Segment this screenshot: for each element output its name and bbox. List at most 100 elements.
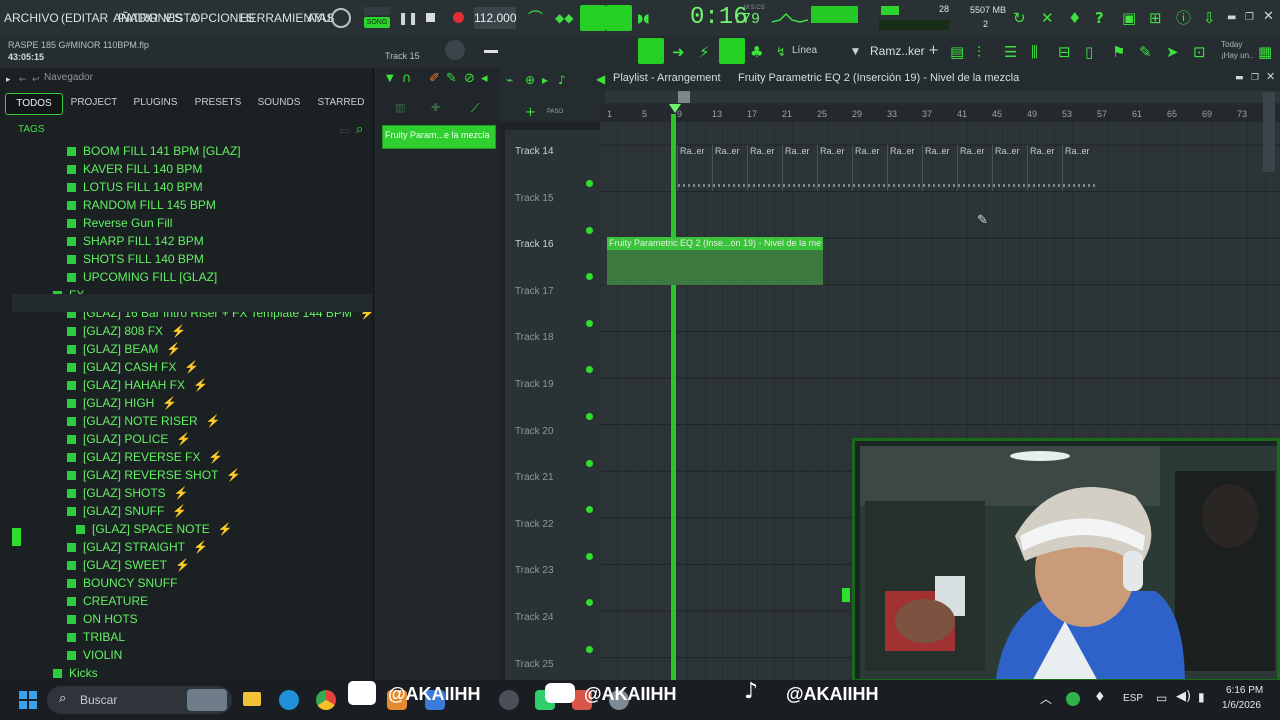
browser-file-item[interactable]: [GLAZ] SNUFF ⚡: [67, 502, 187, 520]
track-name[interactable]: Track 19: [515, 379, 554, 390]
browser-file-item[interactable]: UPCOMING FILL [GLAZ]: [67, 268, 217, 286]
track-name[interactable]: Track 16: [515, 239, 554, 250]
playlist-arrow-icon[interactable]: ◀: [596, 71, 605, 87]
track-enable-led[interactable]: [586, 552, 593, 560]
send-icon[interactable]: ➤: [1166, 44, 1179, 60]
pattern-clip[interactable]: Ra..er: [1062, 145, 1097, 191]
obs-icon[interactable]: [499, 690, 519, 710]
browser-file-item[interactable]: [GLAZ] SHOTS ⚡: [67, 484, 189, 502]
track-name[interactable]: Track 22: [515, 519, 554, 530]
news-headline[interactable]: ¡Hay un..: [1221, 51, 1253, 60]
browser-file-item[interactable]: SHOTS FILL 140 BPM: [67, 250, 204, 268]
pattern-clip[interactable]: Ra..er: [747, 145, 782, 191]
line-mode-icon[interactable]: ↯: [776, 44, 786, 60]
track-enable-led[interactable]: [586, 459, 593, 467]
playhead-marker[interactable]: [669, 104, 681, 114]
clock-time[interactable]: 6:16 PM: [1226, 685, 1263, 696]
pattern-clip[interactable]: Ra..er: [852, 145, 887, 191]
wait-input-icon[interactable]: ◆◆: [555, 10, 573, 26]
playlist-minimize-icon[interactable]: ▬: [1235, 71, 1244, 85]
track-16-automation-clip[interactable]: Fruity Parametric EQ 2 (Inse...ón 19) - …: [607, 237, 823, 285]
browser-file-item[interactable]: KAVER FILL 140 BPM: [67, 160, 202, 178]
browser-file-item[interactable]: BOOM FILL 141 BPM [GLAZ]: [67, 142, 241, 160]
track-enable-led[interactable]: [586, 180, 593, 187]
file-icon[interactable]: ▯: [1085, 44, 1093, 60]
blend-notes-icon[interactable]: ◗◖: [637, 10, 650, 26]
browser-file-item[interactable]: VIOLIN: [67, 646, 122, 664]
channel-rack-icon[interactable]: ⫶: [977, 44, 981, 60]
track-enable-led[interactable]: [586, 273, 593, 281]
browser-file-item[interactable]: [GLAZ] BEAM ⚡: [67, 340, 181, 358]
browser-file-item[interactable]: Reverse Gun Fill: [67, 214, 172, 232]
tab-starred[interactable]: STARRED: [313, 93, 369, 113]
info-icon[interactable]: ⓘ: [1176, 10, 1191, 26]
browser-file-item[interactable]: ON HOTS: [67, 610, 138, 628]
master-volume-knob[interactable]: [331, 8, 351, 28]
tuning-icon[interactable]: ✎: [1139, 44, 1152, 60]
add-icon[interactable]: ⊞: [1149, 10, 1162, 26]
news-icon[interactable]: ▦: [1258, 44, 1272, 60]
slip-icon[interactable]: ◂: [481, 71, 488, 87]
pattern-clip[interactable]: Ra..er: [782, 145, 817, 191]
browser-file-item[interactable]: LOTUS FILL 140 BPM: [67, 178, 203, 196]
picker-add-icon[interactable]: ✚: [431, 100, 440, 116]
close-icon[interactable]: ✕: [1263, 10, 1274, 24]
file-explorer-icon[interactable]: [243, 692, 261, 706]
pattern-clip[interactable]: Ra..er: [1027, 145, 1062, 191]
playback-icon[interactable]: ▸: [542, 72, 548, 88]
clock-date[interactable]: 1/6/2026: [1222, 700, 1261, 711]
browser-file-item[interactable]: [GLAZ] POLICE ⚡: [67, 430, 191, 448]
playlist-breadcrumb[interactable]: Fruity Parametric EQ 2 (Inserción 19) - …: [738, 72, 1019, 84]
browser-file-item[interactable]: [GLAZ] STRAIGHT ⚡: [67, 538, 208, 556]
pattern-clip[interactable]: Ra..er: [817, 145, 852, 191]
refresh-icon[interactable]: ↻: [1013, 10, 1026, 26]
tray-chevron-icon[interactable]: ︿: [1040, 692, 1052, 706]
chevron-down-icon[interactable]: ▼: [852, 45, 859, 59]
pitch-knob[interactable]: [445, 40, 465, 60]
tempo-display[interactable]: 112.000: [474, 7, 517, 29]
preset-select[interactable]: Ramz..ker: [870, 44, 925, 58]
mute-icon[interactable]: ⊘: [464, 71, 475, 87]
pattern-clip[interactable]: Ra..er: [677, 145, 712, 191]
browser-file-item[interactable]: [GLAZ] SWEET ⚡: [67, 556, 190, 574]
menu-editar[interactable]: (EDITAR: [61, 11, 108, 25]
minimize-icon[interactable]: ▬: [1227, 11, 1236, 25]
tab-sounds[interactable]: SOUNDS: [253, 93, 305, 113]
maximize-icon[interactable]: ❐: [1245, 11, 1254, 25]
pause-icon[interactable]: ❚❚: [398, 11, 418, 25]
browser-icon[interactable]: ⊟: [1058, 44, 1071, 60]
tray-app-icon[interactable]: [1066, 692, 1080, 706]
pattern-mode-toggle[interactable]: [364, 7, 390, 15]
microphone-icon[interactable]: ♦: [1068, 10, 1081, 26]
browser-file-item[interactable]: [GLAZ] REVERSE SHOT ⚡: [67, 466, 241, 484]
piano-roll-icon[interactable]: ⫼: [1031, 44, 1038, 60]
track-enable-led[interactable]: [586, 226, 593, 234]
plug-icon[interactable]: ⚡: [699, 44, 710, 60]
tab-presets[interactable]: PRESETS: [190, 93, 246, 113]
playlist-maximize-icon[interactable]: ❐: [1251, 71, 1259, 85]
track-name[interactable]: Track 17: [515, 286, 554, 297]
track-enable-led[interactable]: [586, 599, 593, 607]
picker-clip[interactable]: Fruity Param...e la mezcla: [382, 125, 496, 149]
folder-icon[interactable]: ▭: [339, 123, 349, 139]
tools-icon[interactable]: ✕: [1041, 10, 1054, 26]
vertical-scrollbar[interactable]: [1263, 92, 1275, 172]
browser-file-item[interactable]: TRIBAL: [67, 628, 125, 646]
browser-file-item[interactable]: [GLAZ] REVERSE FX ⚡: [67, 448, 223, 466]
save-icon[interactable]: ▣: [1122, 10, 1136, 26]
track-enable-led[interactable]: [586, 506, 593, 514]
browser-arrow-icon[interactable]: ▸: [6, 73, 11, 87]
track-name[interactable]: Track 18: [515, 332, 554, 343]
volume-icon[interactable]: ◀): [1176, 690, 1191, 704]
mixer-icon[interactable]: ▤: [950, 44, 964, 60]
battery-icon[interactable]: ▮: [1198, 690, 1205, 704]
tab-todos[interactable]: TODOS: [5, 93, 63, 115]
browser-file-item[interactable]: SHARP FILL 142 BPM: [67, 232, 204, 250]
snap-mode-select[interactable]: Línea: [792, 45, 817, 56]
pattern-clip[interactable]: Ra..er: [712, 145, 747, 191]
help-icon[interactable]: ?: [1095, 10, 1104, 26]
tab-project[interactable]: PROJECT: [68, 93, 120, 113]
pencil-icon[interactable]: ✐: [429, 71, 440, 87]
tray-mic-icon[interactable]: ♦: [1094, 691, 1106, 705]
track-name[interactable]: Track 25: [515, 659, 554, 670]
